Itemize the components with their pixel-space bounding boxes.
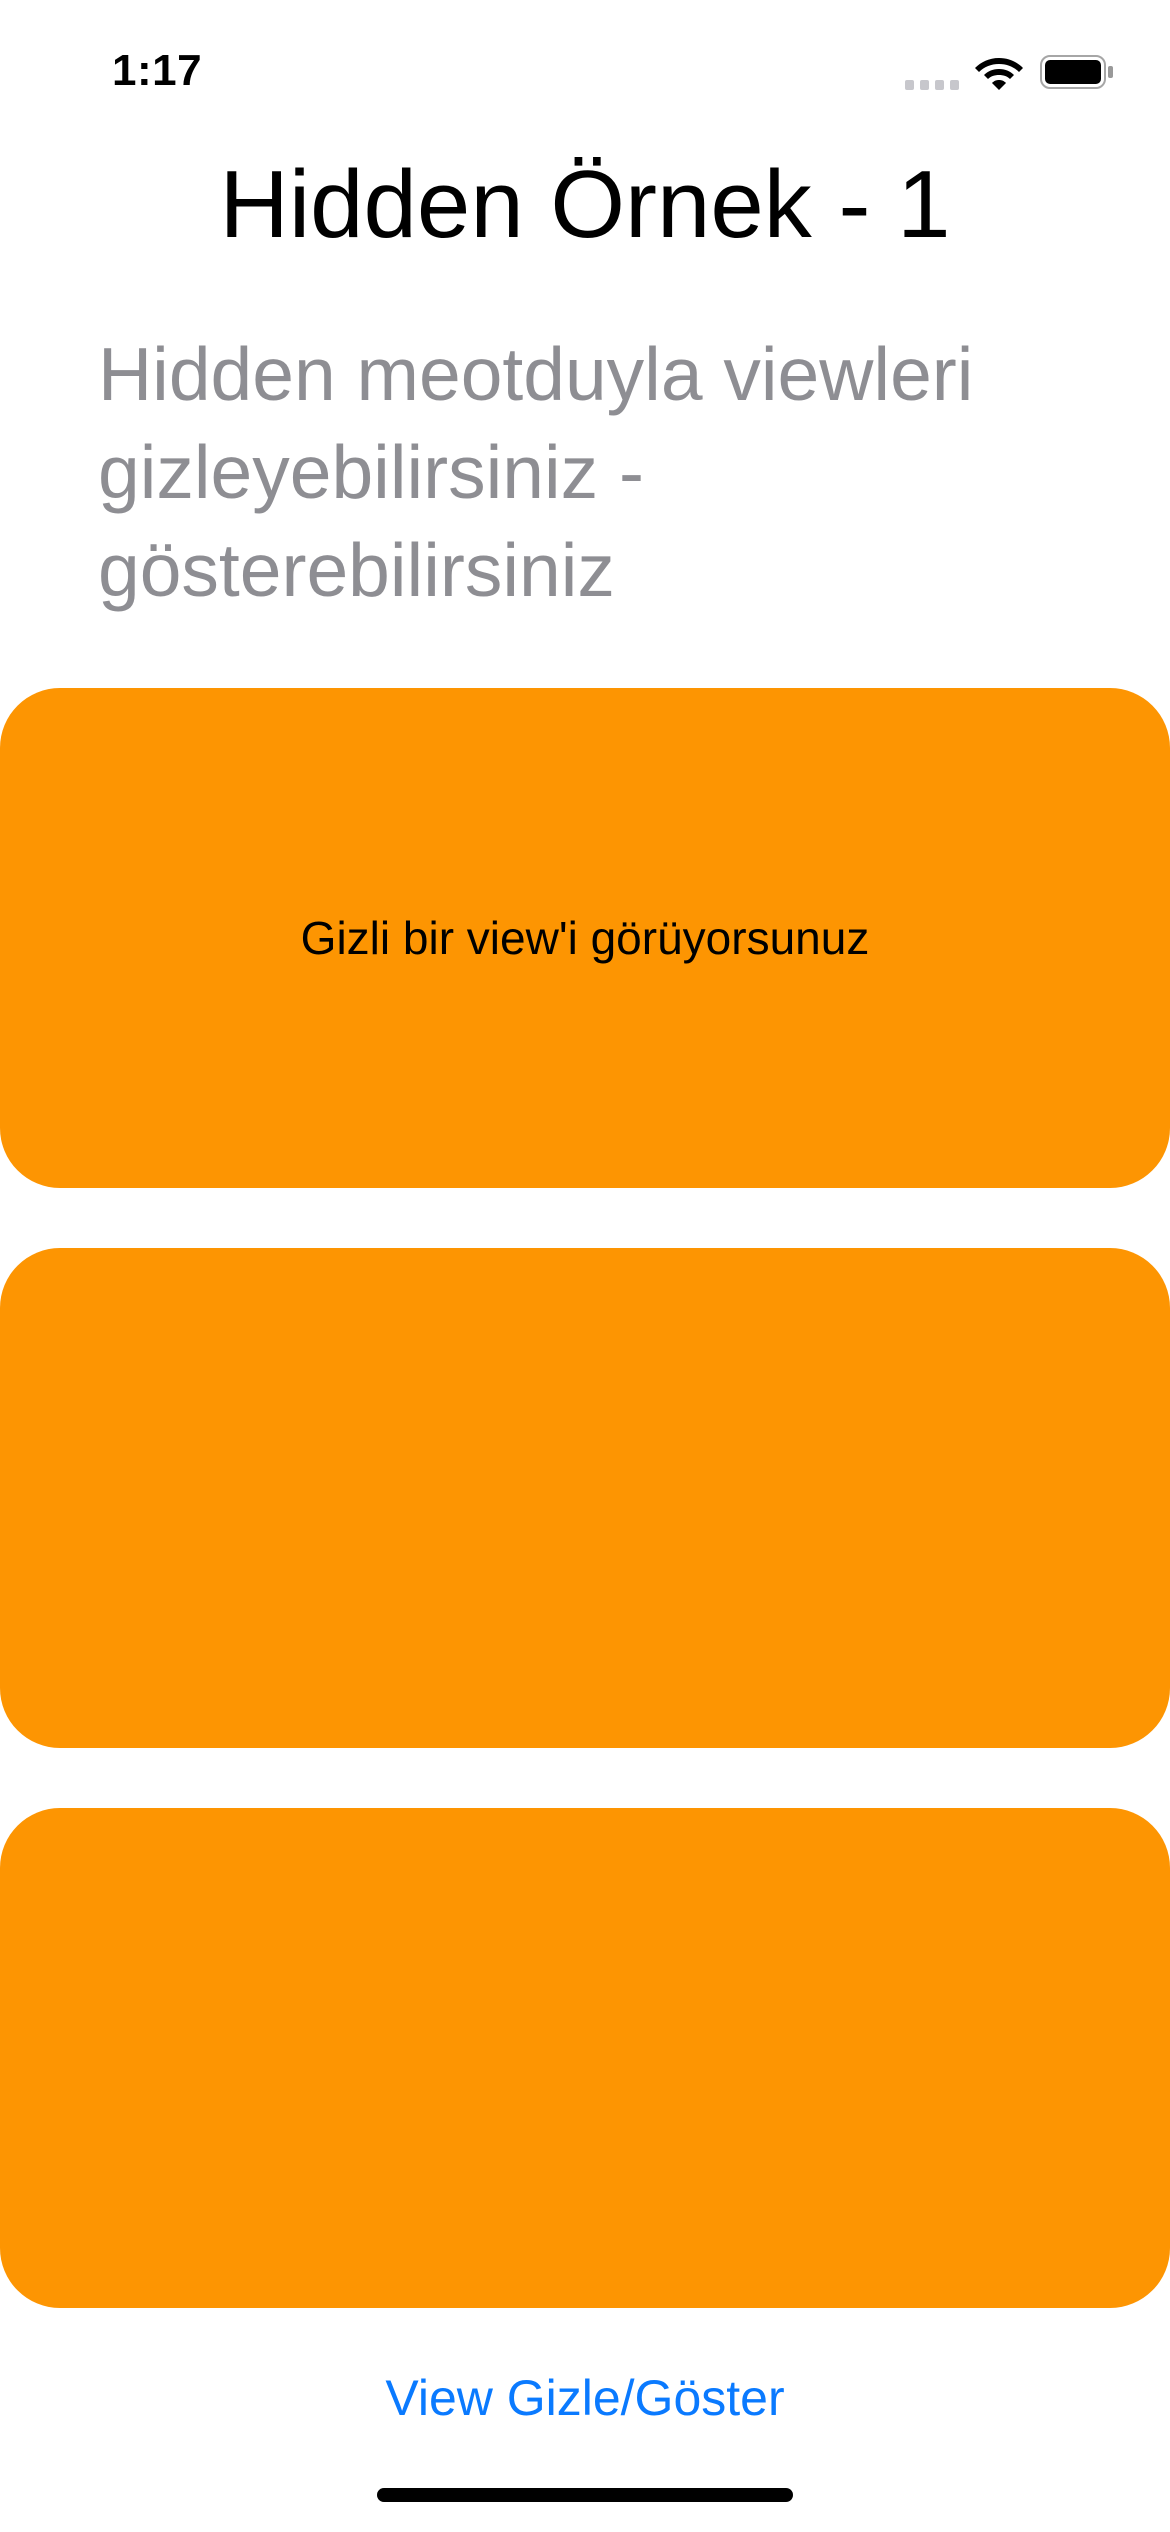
card-label	[0, 1248, 1170, 1748]
toggle-view-button[interactable]: View Gizle/Göster	[0, 2358, 1170, 2438]
signal-icon	[905, 80, 961, 90]
subtitle: Hidden meotduyla viewleri gizleyebilirsi…	[98, 332, 974, 612]
wifi-icon	[975, 58, 1023, 90]
hidden-view-card-1: Gizli bir view'i görüyorsunuz	[0, 688, 1170, 1188]
battery-icon	[1040, 55, 1113, 89]
card-label	[0, 1808, 1170, 2308]
status-time: 1:17	[112, 46, 203, 95]
card-label: Gizli bir view'i görüyorsunuz	[300, 912, 870, 964]
view-card-2	[0, 1248, 1170, 1748]
view-card-3	[0, 1808, 1170, 2308]
page-title: Hidden Örnek - 1	[219, 151, 951, 258]
home-indicator	[377, 2488, 793, 2502]
status-bar: 1:17	[0, 0, 1170, 150]
